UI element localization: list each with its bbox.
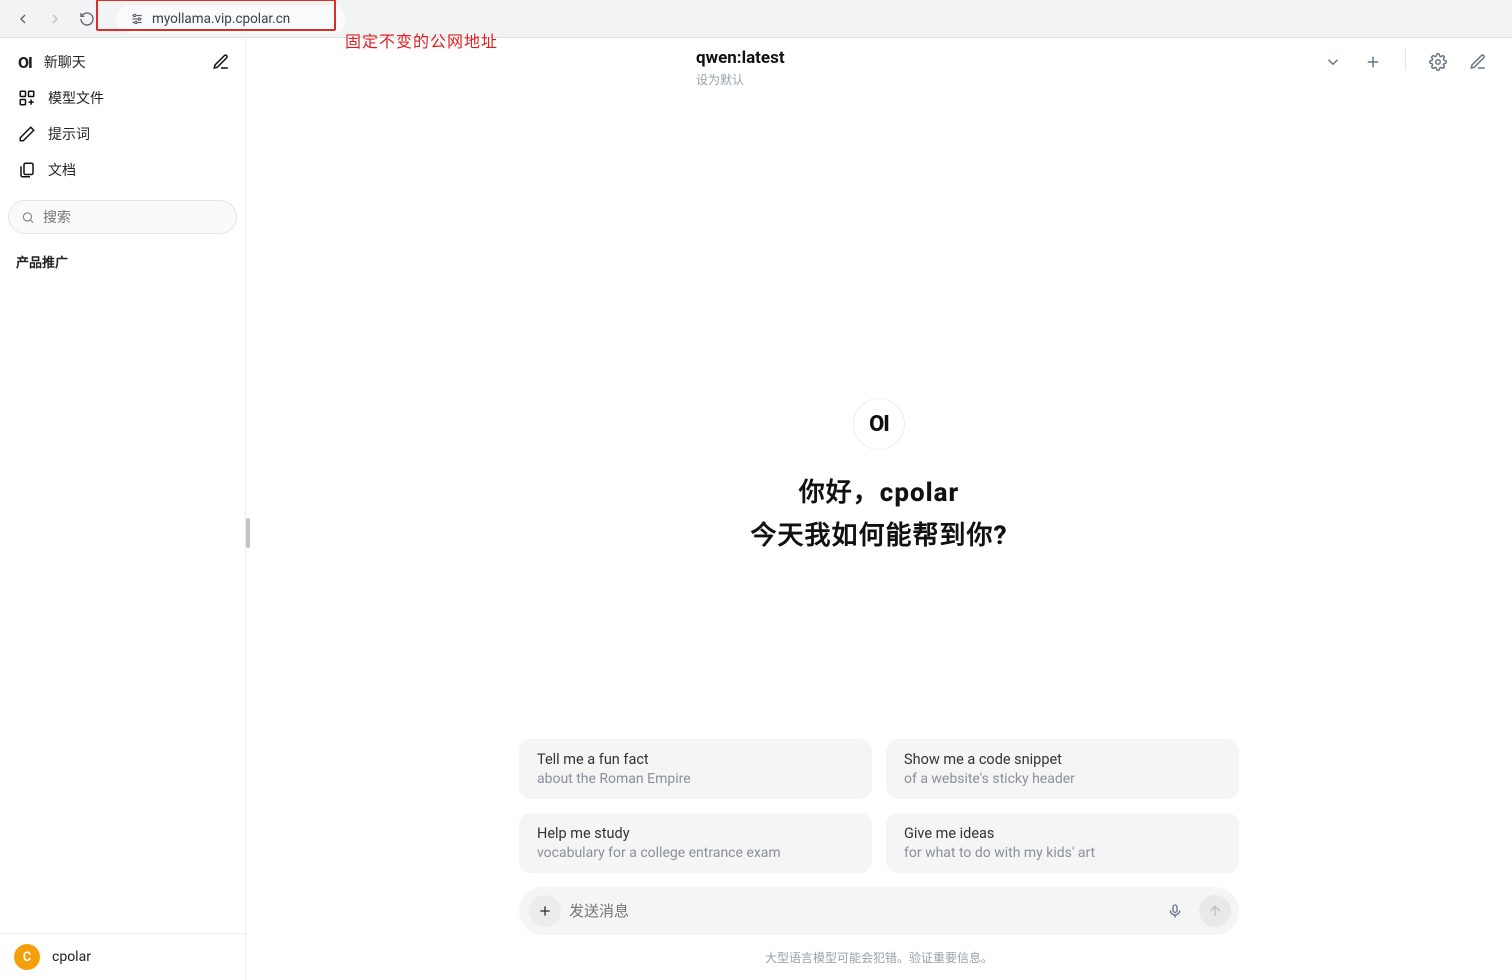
disclaimer-text: 大型语言模型可能会犯错。验证重要信息。 (765, 949, 993, 966)
add-model-button[interactable] (1359, 48, 1387, 76)
nav-reload-button[interactable] (74, 6, 100, 32)
suggestion-sub: about the Roman Empire (537, 771, 854, 787)
suggestion-title: Show me a code snippet (904, 751, 1221, 768)
suggestion-title: Help me study (537, 825, 854, 842)
sidebar-item-docs[interactable]: 文档 (8, 152, 237, 188)
nav-back-button[interactable] (10, 6, 36, 32)
pencil-icon (18, 125, 36, 143)
arrow-up-icon (1207, 903, 1223, 919)
composer (519, 887, 1239, 935)
suggestion-title: Give me ideas (904, 825, 1221, 842)
sidebar-resize-handle[interactable] (246, 518, 250, 548)
gear-icon (1429, 53, 1447, 71)
edit-button[interactable] (1464, 48, 1492, 76)
sidebar-item-label: 新聊天 (44, 52, 86, 72)
topbar-separator (1405, 48, 1406, 70)
edit-icon (1469, 53, 1487, 71)
mic-icon (1167, 903, 1183, 919)
tune-icon (130, 12, 144, 26)
suggestion-card[interactable]: Give me ideas for what to do with my kid… (886, 813, 1239, 873)
mic-button[interactable] (1159, 895, 1191, 927)
sidebar-item-label: 文档 (48, 160, 76, 180)
suggestions-grid: Tell me a fun fact about the Roman Empir… (519, 739, 1239, 873)
suggestion-card[interactable]: Show me a code snippet of a website's st… (886, 739, 1239, 799)
sidebar-search-input[interactable] (43, 209, 224, 225)
suggestion-sub: vocabulary for a college entrance exam (537, 845, 854, 861)
browser-chrome: myollama.vip.cpolar.cn 固定不变的公网地址 (0, 0, 1512, 38)
search-icon (21, 210, 35, 225)
user-name: cpolar (52, 949, 91, 965)
sidebar-item-new-chat[interactable]: OI 新聊天 (8, 44, 201, 80)
documents-icon (18, 161, 36, 179)
nav-forward-button[interactable] (42, 6, 68, 32)
sidebar-section-label: 产品推广 (0, 240, 245, 275)
suggestion-card[interactable]: Help me study vocabulary for a college e… (519, 813, 872, 873)
suggestion-title: Tell me a fun fact (537, 751, 854, 768)
suggestion-card[interactable]: Tell me a fun fact about the Roman Empir… (519, 739, 872, 799)
model-dropdown-button[interactable] (1319, 48, 1347, 76)
logo-icon: OI (18, 53, 32, 72)
sidebar-item-label: 模型文件 (48, 88, 104, 108)
topbar: qwen:latest 设为默认 (246, 38, 1512, 98)
send-button[interactable] (1199, 895, 1231, 927)
address-bar[interactable]: myollama.vip.cpolar.cn (116, 5, 346, 33)
message-input[interactable] (569, 903, 1151, 920)
greeting-line-2: 今天我如何能帮到你? (750, 515, 1007, 552)
greeting-line-1: 你好，cpolar (799, 472, 959, 509)
main-area: qwen:latest 设为默认 OI 你好，cpolar 今天我如何能帮到你? (246, 38, 1512, 980)
sidebar-search[interactable] (8, 200, 237, 234)
avatar: C (14, 944, 40, 970)
suggestion-sub: for what to do with my kids' art (904, 845, 1221, 861)
sidebar-user[interactable]: C cpolar (0, 933, 245, 980)
address-text: myollama.vip.cpolar.cn (152, 11, 290, 27)
sidebar-item-prompts[interactable]: 提示词 (8, 116, 237, 152)
new-chat-edit-button[interactable] (205, 46, 237, 78)
center-logo: OI (853, 398, 905, 450)
model-name: qwen:latest (696, 48, 785, 68)
settings-button[interactable] (1424, 48, 1452, 76)
suggestion-sub: of a website's sticky header (904, 771, 1221, 787)
sidebar-item-models[interactable]: 模型文件 (8, 80, 237, 116)
grid-add-icon (18, 89, 36, 107)
sidebar-item-label: 提示词 (48, 124, 90, 144)
model-set-default[interactable]: 设为默认 (696, 71, 785, 88)
attach-button[interactable] (529, 895, 561, 927)
sidebar: OI 新聊天 模型文件 提示词 文档 (0, 38, 246, 980)
